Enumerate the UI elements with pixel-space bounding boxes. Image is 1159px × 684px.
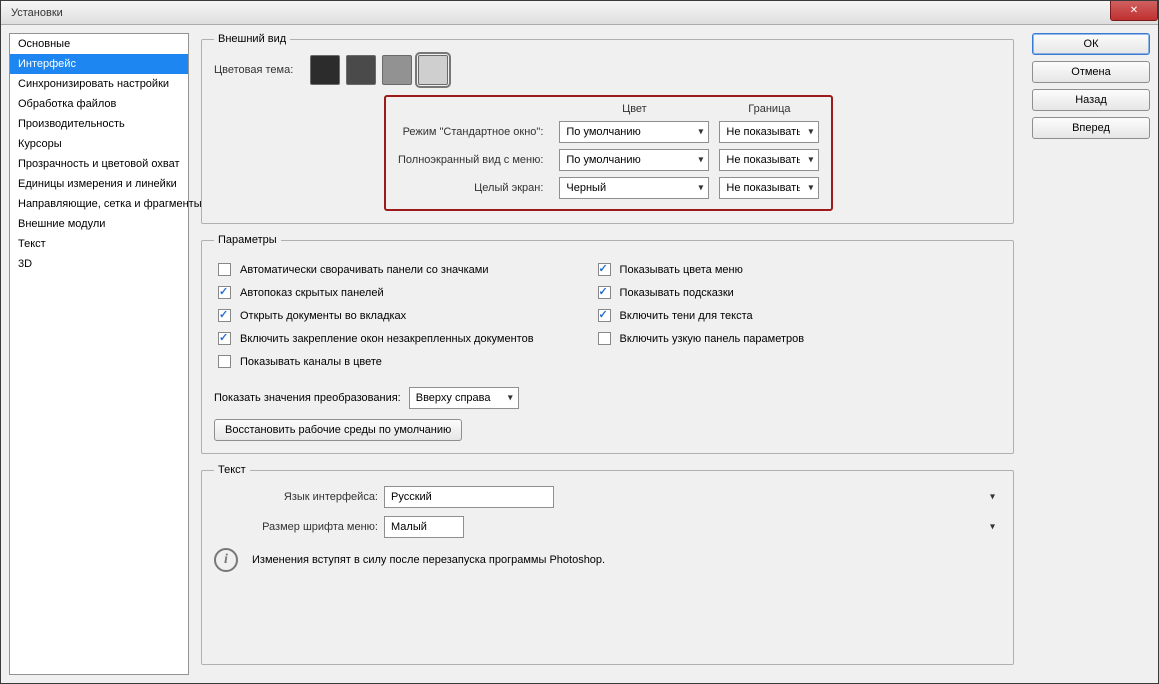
row-standard-color[interactable]: По умолчанию (559, 121, 709, 143)
transform-label: Показать значения преобразования: (214, 392, 401, 404)
client-area: Основные Интерфейс Синхронизировать наст… (1, 25, 1158, 683)
back-button[interactable]: Назад (1032, 89, 1150, 111)
sidebar-item-units[interactable]: Единицы измерения и линейки (10, 174, 188, 194)
row-fullscreen-color[interactable]: Черный (559, 177, 709, 199)
theme-swatch-dark[interactable] (346, 55, 376, 85)
chk-channels-color[interactable] (218, 355, 231, 368)
chk-docking[interactable] (218, 332, 231, 345)
chk-narrow-options[interactable] (598, 332, 611, 345)
lbl-docking: Включить закрепление окон незакрепленных… (240, 333, 534, 345)
lbl-auto-show: Автопоказ скрытых панелей (240, 287, 384, 299)
language-select[interactable]: Русский (384, 486, 554, 508)
sidebar-item-3d[interactable]: 3D (10, 254, 188, 274)
row-standard-label: Режим "Стандартное окно": (398, 126, 549, 138)
chk-tooltips[interactable] (598, 286, 611, 299)
chk-tabs[interactable] (218, 309, 231, 322)
sidebar-item-interface[interactable]: Интерфейс (10, 54, 188, 74)
font-size-select[interactable]: Малый (384, 516, 464, 538)
restore-workspaces-button[interactable]: Восстановить рабочие среды по умолчанию (214, 419, 462, 441)
cancel-button[interactable]: Отмена (1032, 61, 1150, 83)
column-color: Цвет (559, 103, 709, 115)
fieldset-text: Текст Язык интерфейса: Русский Размер шр… (201, 464, 1014, 665)
params-right-col: Показывать цвета меню Показывать подсказ… (594, 256, 805, 375)
font-size-label: Размер шрифта меню: (214, 521, 384, 533)
titlebar: Установки ✕ (1, 1, 1158, 25)
legend-text: Текст (214, 464, 250, 476)
chk-auto-collapse[interactable] (218, 263, 231, 276)
lbl-menu-colors: Показывать цвета меню (620, 264, 743, 276)
sidebar-item-general[interactable]: Основные (10, 34, 188, 54)
dialog-buttons: ОК Отмена Назад Вперед (1020, 33, 1150, 675)
column-border: Граница (719, 103, 819, 115)
category-sidebar: Основные Интерфейс Синхронизировать наст… (9, 33, 189, 675)
params-left-col: Автоматически сворачивать панели со знач… (214, 256, 534, 375)
sidebar-item-file-handling[interactable]: Обработка файлов (10, 94, 188, 114)
transform-position-select[interactable]: Вверху справа (409, 387, 519, 409)
fieldset-appearance: Внешний вид Цветовая тема: Цвет Граница (201, 33, 1014, 224)
row-fullmenu-border[interactable]: Не показывать (719, 149, 819, 171)
ok-button[interactable]: ОК (1032, 33, 1150, 55)
sidebar-item-sync[interactable]: Синхронизировать настройки (10, 74, 188, 94)
row-fullscreen-border[interactable]: Не показывать (719, 177, 819, 199)
sidebar-item-transparency[interactable]: Прозрачность и цветовой охват (10, 154, 188, 174)
window-title: Установки (11, 7, 63, 19)
sidebar-item-plugins[interactable]: Внешние модули (10, 214, 188, 234)
sidebar-item-guides[interactable]: Направляющие, сетка и фрагменты (10, 194, 188, 214)
main-panel: Внешний вид Цветовая тема: Цвет Граница (189, 33, 1020, 675)
lbl-tabs: Открыть документы во вкладках (240, 310, 406, 322)
sidebar-item-performance[interactable]: Производительность (10, 114, 188, 134)
chk-text-shadow[interactable] (598, 309, 611, 322)
fieldset-params: Параметры Автоматически сворачивать пане… (201, 234, 1014, 454)
language-label: Язык интерфейса: (214, 491, 384, 503)
color-theme-row: Цветовая тема: (214, 55, 1001, 85)
forward-button[interactable]: Вперед (1032, 117, 1150, 139)
highlight-box: Цвет Граница Режим "Стандартное окно": П… (384, 95, 833, 211)
theme-swatch-darkest[interactable] (310, 55, 340, 85)
lbl-text-shadow: Включить тени для текста (620, 310, 753, 322)
chk-menu-colors[interactable] (598, 263, 611, 276)
lbl-narrow-options: Включить узкую панель параметров (620, 333, 805, 345)
chk-auto-show[interactable] (218, 286, 231, 299)
legend-appearance: Внешний вид (214, 33, 290, 45)
row-standard-border[interactable]: Не показывать (719, 121, 819, 143)
row-fullmenu-color[interactable]: По умолчанию (559, 149, 709, 171)
lbl-channels-color: Показывать каналы в цвете (240, 356, 382, 368)
lbl-tooltips: Показывать подсказки (620, 287, 734, 299)
preferences-window: Установки ✕ Основные Интерфейс Синхрониз… (0, 0, 1159, 684)
close-icon: ✕ (1130, 5, 1138, 16)
sidebar-item-cursors[interactable]: Курсоры (10, 134, 188, 154)
info-icon: i (214, 548, 238, 572)
restart-notice: Изменения вступят в силу после перезапус… (252, 554, 605, 566)
close-button[interactable]: ✕ (1110, 1, 1158, 21)
row-fullscreen-label: Целый экран: (398, 182, 549, 194)
legend-params: Параметры (214, 234, 281, 246)
row-fullmenu-label: Полноэкранный вид с меню: (398, 154, 549, 166)
theme-swatch-light[interactable] (418, 55, 448, 85)
color-theme-label: Цветовая тема: (214, 64, 304, 76)
sidebar-item-text[interactable]: Текст (10, 234, 188, 254)
theme-swatch-medium[interactable] (382, 55, 412, 85)
lbl-auto-collapse: Автоматически сворачивать панели со знач… (240, 264, 489, 276)
